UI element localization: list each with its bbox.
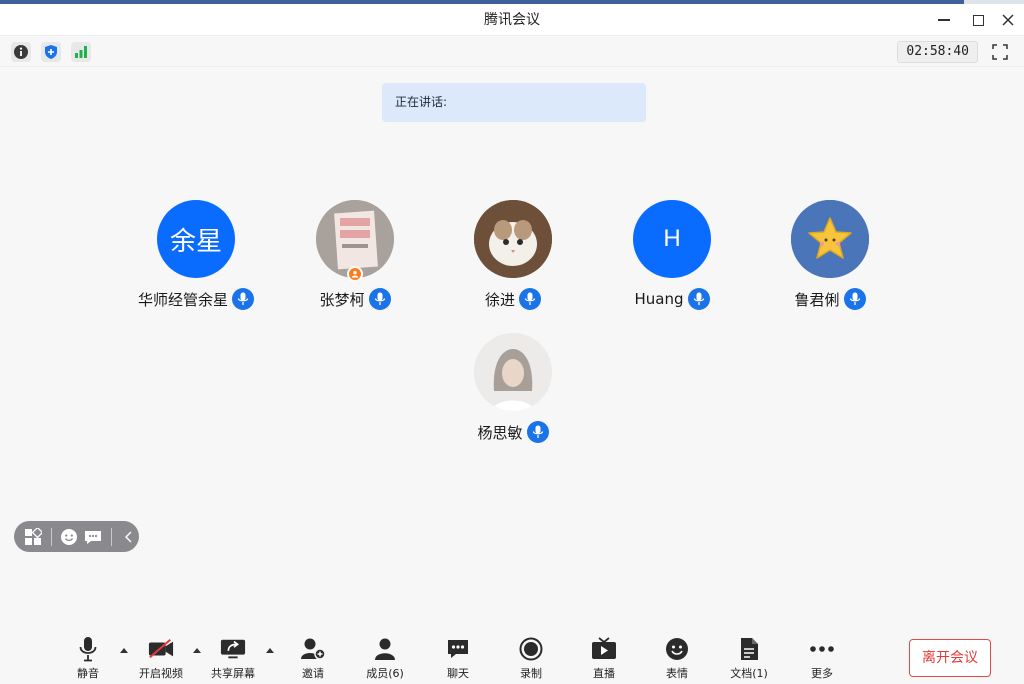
- microphone-icon: [519, 288, 541, 310]
- avatar: [474, 200, 552, 278]
- chevron-left-icon: [124, 531, 132, 542]
- close-button[interactable]: [996, 10, 1020, 30]
- share-options-caret[interactable]: [265, 646, 275, 654]
- avatar: [474, 333, 552, 411]
- members-label: 成员(6): [366, 667, 404, 680]
- chat-icon: [448, 640, 468, 658]
- participant-name: 张梦柯: [319, 290, 365, 309]
- record-icon: [519, 637, 543, 661]
- leave-meeting-button[interactable]: 离开会议: [909, 639, 991, 677]
- more-label: 更多: [811, 667, 833, 680]
- emoji-button[interactable]: 表情: [644, 636, 710, 682]
- smile-icon: [60, 528, 77, 545]
- record-label: 录制: [520, 667, 542, 680]
- members-button[interactable]: 成员(6): [352, 636, 418, 682]
- mute-button[interactable]: 静音: [55, 636, 121, 682]
- maximize-icon: [972, 14, 984, 26]
- avatar-initials: H: [663, 225, 681, 252]
- avatar: [316, 200, 394, 282]
- shield-icon: [45, 45, 57, 59]
- start-video-label: 开启视频: [139, 667, 183, 680]
- caret-up-icon: [266, 647, 274, 653]
- share-screen-button[interactable]: 共享屏幕: [200, 636, 266, 682]
- microphone-icon: [79, 637, 97, 662]
- mute-label: 静音: [77, 667, 99, 680]
- chat-bubble-icon: [85, 530, 102, 544]
- avatar: [791, 200, 869, 278]
- microphone-icon: [687, 288, 710, 310]
- participant-tile[interactable]: 鲁君俐: [750, 200, 910, 310]
- host-icon: [347, 266, 363, 282]
- title-bar: 腾讯会议: [0, 4, 1024, 36]
- participant-name: Huang: [634, 290, 684, 308]
- avatar-image: [474, 200, 552, 278]
- window-title: 腾讯会议: [484, 12, 540, 28]
- maximize-button[interactable]: [966, 10, 990, 30]
- avatar-initials: 余星: [169, 226, 222, 257]
- divider: [110, 527, 112, 546]
- live-stream-label: 直播: [593, 667, 615, 680]
- emoji-icon: [666, 638, 688, 660]
- meeting-timer: 02:58:40: [897, 41, 978, 63]
- microphone-icon: [368, 288, 391, 310]
- network-status-button[interactable]: [71, 42, 91, 62]
- documents-label: 文档(1): [730, 667, 768, 680]
- document-icon: [741, 638, 758, 660]
- bottom-toolbar: 静音 开启视频 共享屏幕 邀请 成员(6) 聊天 录制 直播 表情 文档(1): [0, 628, 1024, 684]
- participant-tile[interactable]: 张梦柯: [275, 200, 435, 310]
- live-tv-icon: [592, 637, 616, 659]
- members-icon: [375, 638, 395, 660]
- grid-layout-icon: [25, 527, 43, 545]
- meeting-info-button[interactable]: [11, 42, 31, 62]
- record-button[interactable]: 录制: [498, 636, 564, 682]
- microphone-icon: [843, 288, 866, 310]
- danmaku-button[interactable]: [83, 527, 104, 547]
- divider: [50, 527, 52, 546]
- avatar: 余星: [157, 200, 235, 278]
- share-screen-label: 共享屏幕: [211, 667, 255, 680]
- fullscreen-icon: [992, 44, 1008, 60]
- invite-button[interactable]: 邀请: [280, 636, 346, 682]
- star-avatar-icon: [791, 200, 869, 278]
- participant-name: 徐进: [484, 290, 515, 309]
- info-icon: [14, 45, 28, 59]
- video-off-icon: [148, 638, 174, 659]
- live-stream-button[interactable]: 直播: [571, 636, 637, 682]
- chat-button[interactable]: 聊天: [425, 636, 491, 682]
- fullscreen-button[interactable]: [990, 42, 1010, 62]
- participant-name: 鲁君俐: [794, 290, 840, 309]
- participant-tile[interactable]: 徐进: [433, 200, 593, 310]
- avatar-image: [474, 333, 552, 411]
- chat-label: 聊天: [447, 667, 469, 680]
- avatar: H: [633, 200, 711, 278]
- add-user-icon: [301, 638, 326, 660]
- share-screen-icon: [220, 639, 246, 659]
- active-speaker-bar: 正在讲话:: [382, 83, 646, 122]
- participant-name: 杨思敏: [477, 423, 523, 442]
- microphone-icon: [232, 288, 254, 310]
- minimize-button[interactable]: [932, 10, 956, 30]
- close-icon: [1002, 14, 1014, 26]
- meeting-info-bar: 02:58:40: [0, 37, 1024, 67]
- more-icon: [810, 646, 834, 652]
- reaction-button[interactable]: [58, 527, 79, 547]
- minimize-icon: [938, 19, 950, 21]
- participant-tile[interactable]: H Huang: [592, 200, 752, 310]
- invite-label: 邀请: [302, 667, 324, 680]
- more-button[interactable]: 更多: [789, 636, 855, 682]
- documents-button[interactable]: 文档(1): [716, 636, 782, 682]
- participant-tile[interactable]: 余星 华师经管余星: [116, 200, 276, 310]
- view-control-pill: [14, 521, 139, 552]
- participant-tile[interactable]: 杨思敏: [433, 333, 593, 443]
- layout-button[interactable]: [23, 527, 44, 547]
- emoji-label: 表情: [666, 667, 688, 680]
- collapse-button[interactable]: [118, 527, 139, 547]
- participant-name: 华师经管余星: [137, 290, 228, 309]
- start-video-button[interactable]: 开启视频: [128, 636, 194, 682]
- signal-icon: [75, 46, 87, 58]
- security-button[interactable]: [41, 42, 61, 62]
- microphone-icon: [526, 421, 549, 443]
